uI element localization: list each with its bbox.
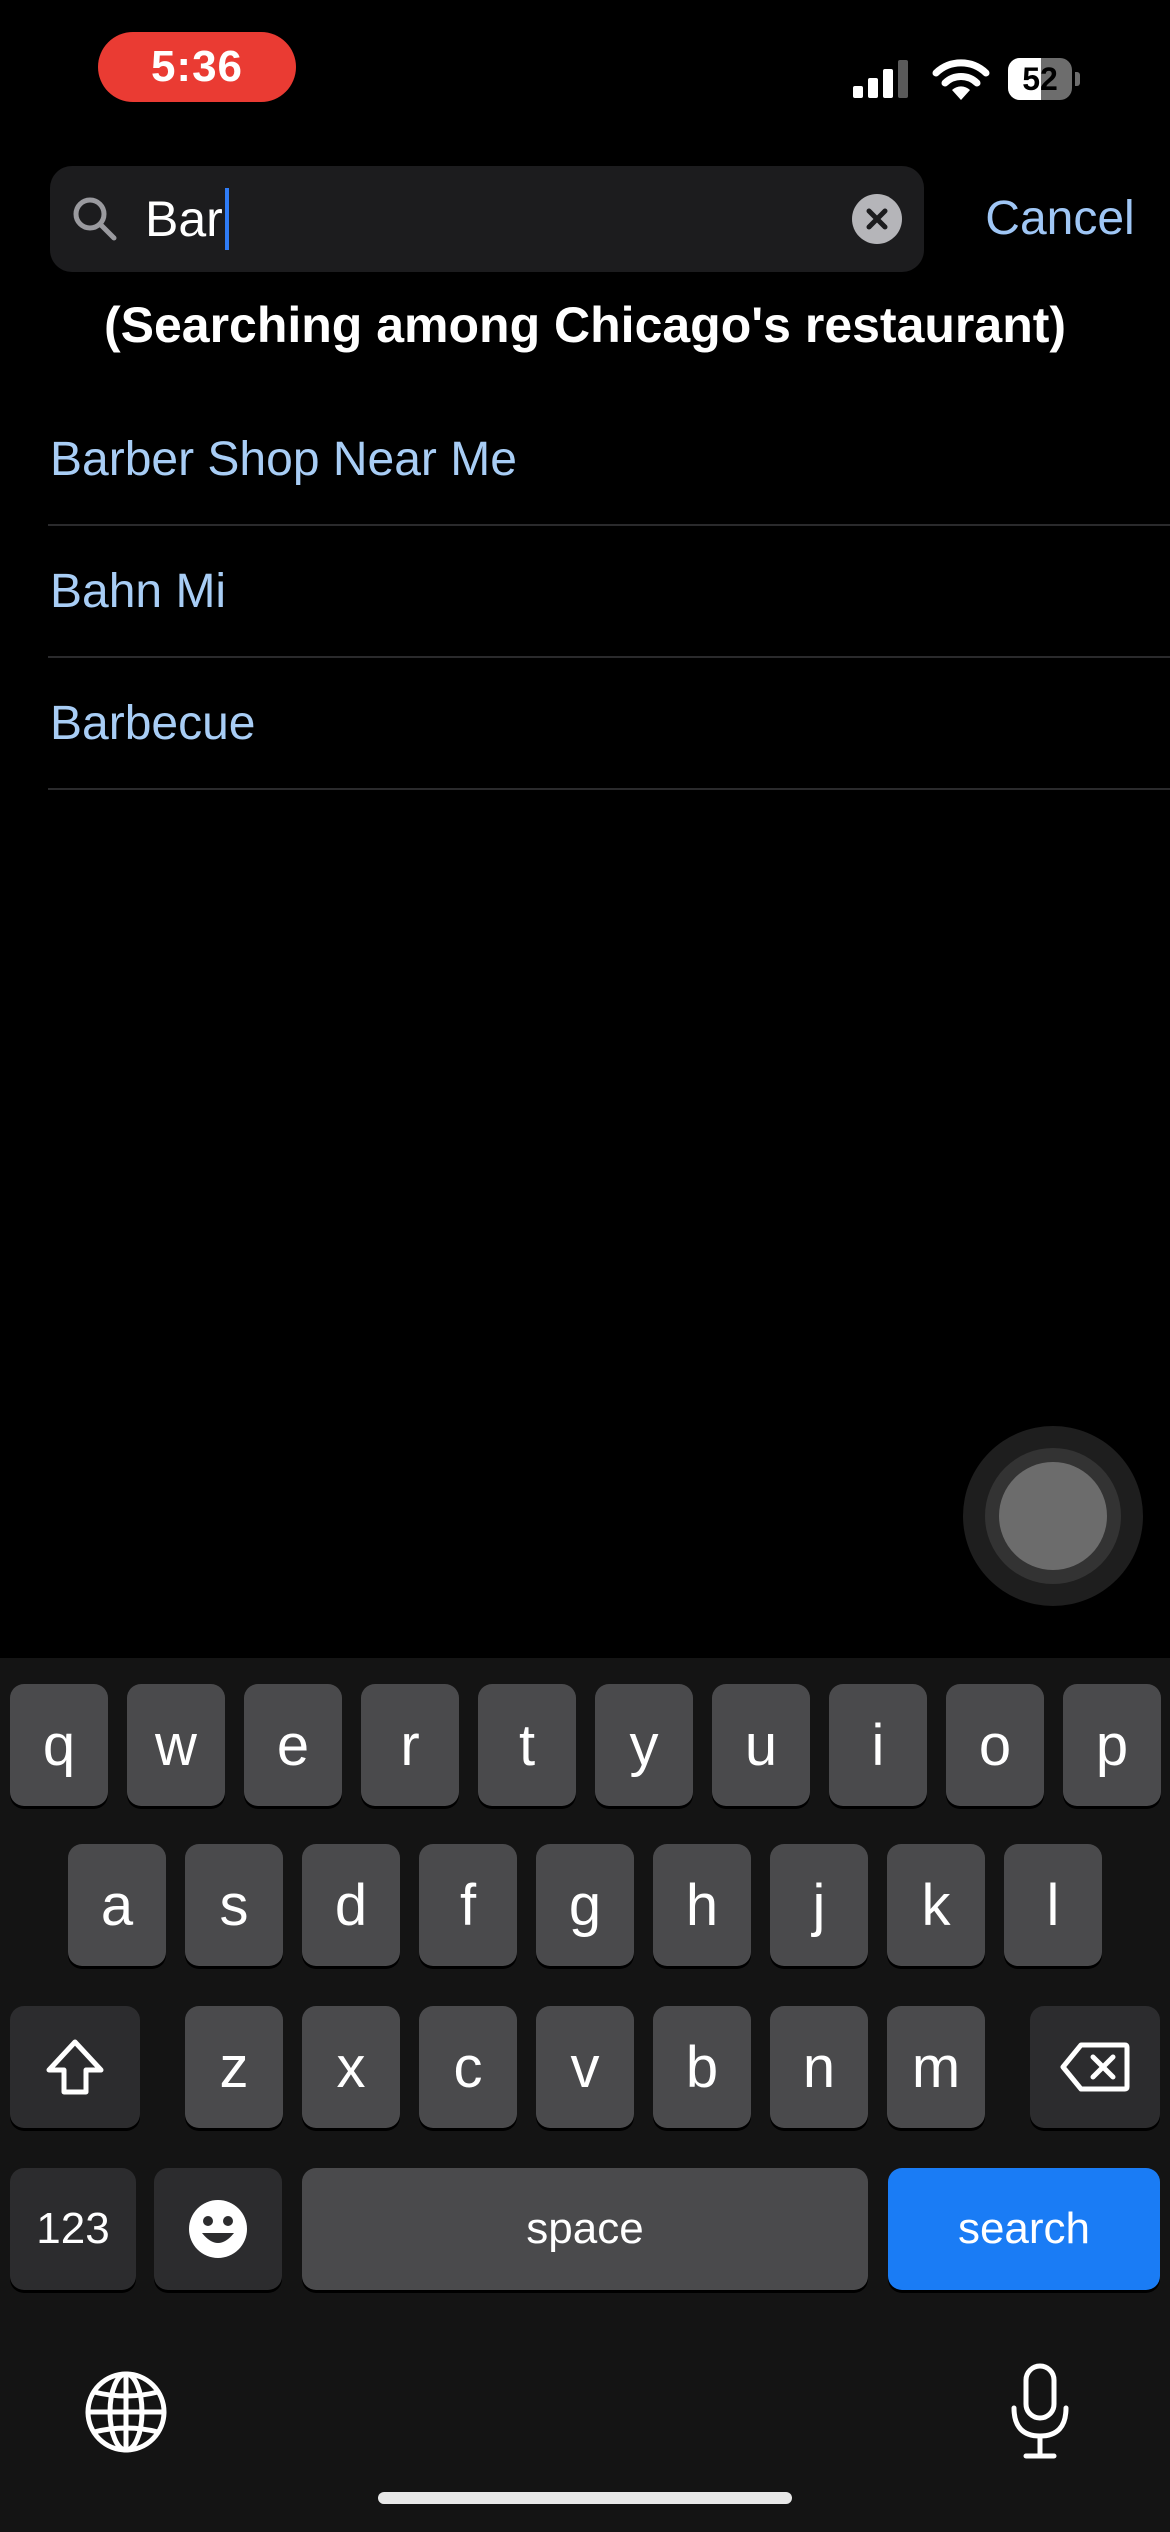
suggestion-item[interactable]: Bahn Mi (48, 526, 1170, 658)
key-g[interactable]: g (536, 1844, 634, 1966)
key-h[interactable]: h (653, 1844, 751, 1966)
numbers-key[interactable]: 123 (10, 2168, 136, 2290)
key-j[interactable]: j (770, 1844, 868, 1966)
status-time[interactable]: 5:36 (98, 32, 296, 102)
key-x[interactable]: x (302, 2006, 400, 2128)
key-d[interactable]: d (302, 1844, 400, 1966)
suggestion-item[interactable]: Barber Shop Near Me (48, 394, 1170, 526)
suggestion-list: Barber Shop Near Me Bahn Mi Barbecue (48, 394, 1170, 790)
assistive-touch-button[interactable] (963, 1426, 1143, 1606)
wifi-icon (932, 59, 990, 100)
key-a[interactable]: a (68, 1844, 166, 1966)
key-i[interactable]: i (829, 1684, 927, 1806)
key-e[interactable]: e (244, 1684, 342, 1806)
status-bar: 5:36 52 (0, 0, 1170, 140)
key-f[interactable]: f (419, 1844, 517, 1966)
key-w[interactable]: w (127, 1684, 225, 1806)
battery-level: 52 (1022, 60, 1058, 97)
key-y[interactable]: y (595, 1684, 693, 1806)
key-v[interactable]: v (536, 2006, 634, 2128)
key-p[interactable]: p (1063, 1684, 1161, 1806)
key-s[interactable]: s (185, 1844, 283, 1966)
suggestion-label: Barber Shop Near Me (50, 432, 517, 486)
suggestion-item[interactable]: Barbecue (48, 658, 1170, 790)
cancel-button[interactable]: Cancel (950, 184, 1170, 254)
key-q[interactable]: q (10, 1684, 108, 1806)
keyboard: q w e r t y u i o p a s d f g h j k l z … (0, 1658, 1170, 2532)
assistive-dot (999, 1462, 1107, 1570)
screen: 5:36 52 Bar Cancel (Searching among Chic… (0, 0, 1170, 2532)
search-icon (73, 197, 117, 241)
text-caret (224, 188, 229, 250)
key-n[interactable]: n (770, 2006, 868, 2128)
suggestion-label: Bahn Mi (50, 564, 227, 618)
key-t[interactable]: t (478, 1684, 576, 1806)
shift-key[interactable] (10, 2006, 140, 2128)
key-b[interactable]: b (653, 2006, 751, 2128)
battery-icon: 52 (1008, 58, 1080, 100)
key-k[interactable]: k (887, 1844, 985, 1966)
key-l[interactable]: l (1004, 1844, 1102, 1966)
key-m[interactable]: m (887, 2006, 985, 2128)
home-indicator[interactable] (378, 2492, 792, 2504)
emoji-key[interactable] (154, 2168, 282, 2290)
globe-icon[interactable] (84, 2370, 168, 2454)
search-field[interactable]: Bar (50, 166, 924, 272)
shift-icon (46, 2039, 104, 2095)
delete-key[interactable] (1030, 2006, 1160, 2128)
search-caption: (Searching among Chicago's restaurant) (103, 297, 1067, 353)
space-key[interactable]: space (302, 2168, 868, 2290)
key-z[interactable]: z (185, 2006, 283, 2128)
search-input-value: Bar (145, 191, 223, 247)
suggestion-label: Barbecue (50, 696, 256, 750)
key-o[interactable]: o (946, 1684, 1044, 1806)
signal-icon (853, 60, 908, 98)
search-input[interactable]: Bar (145, 186, 229, 252)
search-key[interactable]: search (888, 2168, 1160, 2290)
emoji-icon (189, 2200, 247, 2258)
clear-icon[interactable] (852, 194, 902, 244)
key-r[interactable]: r (361, 1684, 459, 1806)
microphone-icon[interactable] (1008, 2362, 1072, 2462)
key-c[interactable]: c (419, 2006, 517, 2128)
delete-icon (1060, 2042, 1130, 2092)
key-u[interactable]: u (712, 1684, 810, 1806)
